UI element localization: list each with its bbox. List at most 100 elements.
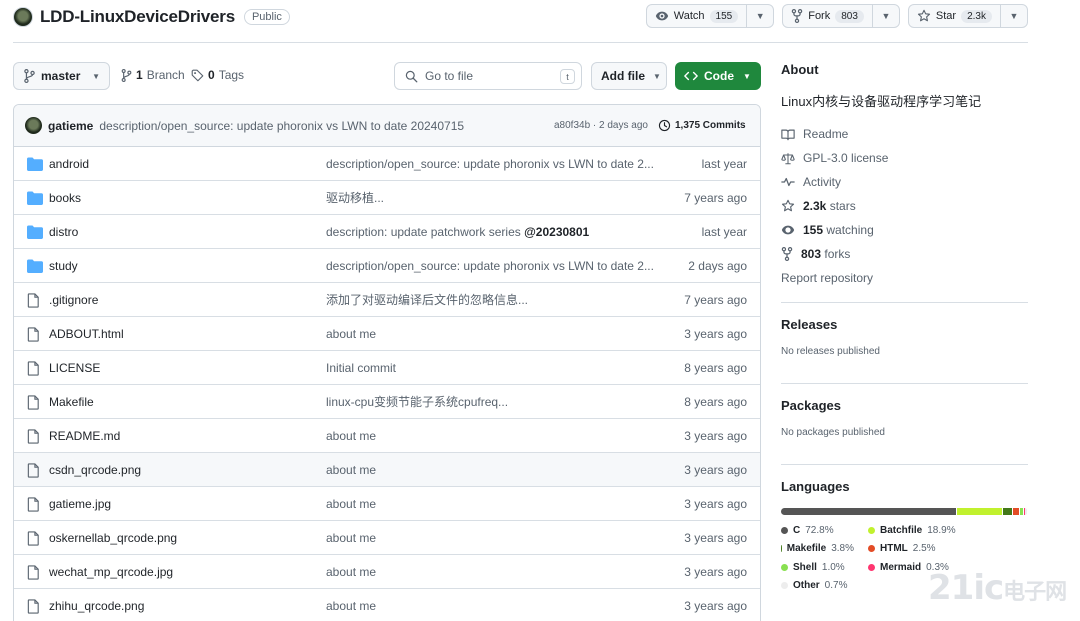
commit-count: 1,375 Commits [675,120,746,131]
watching-link[interactable]: 155 watching [781,218,1028,242]
file-name[interactable]: books [49,191,81,205]
keyboard-shortcut-hint: t [560,69,575,84]
file-row[interactable]: README.md about me 3 years ago [14,419,760,453]
releases-heading[interactable]: Releases [781,317,1028,332]
activity-label: Activity [803,175,842,189]
file-row[interactable]: zhihu_qrcode.png about me 3 years ago [14,589,760,621]
star-button[interactable]: Star 2.3k [909,5,1001,27]
branch-selector[interactable]: master ▼ [13,62,110,90]
file-row[interactable]: books 驱动移植... 7 years ago [14,181,760,215]
file-row[interactable]: distro description: update patchwork seri… [14,215,760,249]
file-row[interactable]: .gitignore 添加了对驱动编译后文件的忽略信息... 7 years ago [14,283,760,317]
file-commit-message[interactable]: Initial commit [326,361,396,375]
file-name[interactable]: Makefile [49,395,94,409]
commit-hash-time[interactable]: a80f34b · 2 days ago [554,120,648,131]
file-commit-message[interactable]: description: update patchwork series @20… [326,225,589,239]
stars-link[interactable]: 2.3k stars [781,194,1028,218]
watch-count: 155 [709,9,739,23]
file-name[interactable]: gatieme.jpg [49,497,111,511]
star-dropdown[interactable]: ▼ [1001,5,1027,27]
file-name[interactable]: csdn_qrcode.png [49,463,141,477]
activity-link[interactable]: Activity [781,170,1028,194]
file-row[interactable]: android description/open_source: update p… [14,147,760,181]
avatar[interactable] [25,117,42,134]
star-button-group: Star 2.3k ▼ [907,4,1028,28]
file-commit-text: linux-cpu变频节能子系统cpufreq... [326,395,509,409]
file-row[interactable]: wechat_mp_qrcode.jpg about me 3 years ago [14,555,760,589]
language-item[interactable]: Batchfile 18.9% [868,521,968,540]
file-name[interactable]: android [49,157,89,171]
branch-icon [24,69,35,83]
license-link[interactable]: GPL-3.0 license [781,146,1028,170]
file-commit-date: 2 days ago [688,258,747,273]
file-commit-message[interactable]: about me [326,463,376,477]
file-icon [27,531,43,546]
fork-button[interactable]: Fork 803 [783,5,873,27]
forks-link[interactable]: 803 forks [781,242,1028,266]
file-name[interactable]: wechat_mp_qrcode.jpg [49,565,173,579]
file-name[interactable]: LICENSE [49,361,100,375]
triangle-down-icon: ▼ [653,71,661,81]
file-name[interactable]: study [49,259,78,273]
file-commit-date: 3 years ago [684,530,747,545]
commits-link[interactable]: 1,375 Commits [658,119,746,132]
repo-name[interactable]: LDD-LinuxDeviceDrivers [40,7,235,27]
file-row[interactable]: csdn_qrcode.png about me 3 years ago [14,453,760,487]
file-commit-date: 3 years ago [684,428,747,443]
file-name[interactable]: README.md [49,429,120,443]
file-commit-text: about me [326,598,377,613]
file-commit-text: 添加了对驱动编译后文件的忽略信息... [326,293,529,307]
file-commit-message[interactable]: 驱动移植... [326,189,384,206]
tags-link[interactable]: 0 Tags [191,68,244,82]
file-commit-message[interactable]: about me [326,531,376,545]
fork-dropdown[interactable]: ▼ [873,5,899,27]
file-row[interactable]: gatieme.jpg about me 3 years ago [14,487,760,521]
license-label: GPL-3.0 license [803,151,889,165]
language-item[interactable]: Shell 1.0% [781,558,854,577]
file-toolbar: master ▼ 1 Branch 0 Tags Go to file t Ad… [13,62,761,90]
file-name[interactable]: distro [49,225,78,239]
history-icon [658,119,671,132]
owner-avatar[interactable] [13,7,33,27]
file-row[interactable]: study description/open_source: update pho… [14,249,760,283]
branch-name: master [41,69,81,83]
watch-dropdown[interactable]: ▼ [747,5,773,27]
file-commit-text: 驱动移植... [326,191,385,205]
language-item[interactable]: Other 0.7% [781,577,854,596]
language-name: Shell [793,561,817,573]
file-commit-message[interactable]: about me [326,497,376,511]
file-commit-message[interactable]: about me [326,599,376,613]
code-button[interactable]: Code ▼ [675,62,761,90]
file-commit-message[interactable]: description/open_source: update phoronix… [326,157,654,171]
packages-heading[interactable]: Packages [781,398,1028,413]
commit-author[interactable]: gatieme [48,119,93,133]
file-row[interactable]: ADBOUT.html about me 3 years ago [14,317,760,351]
file-commit-message[interactable]: about me [326,327,376,341]
file-name[interactable]: zhihu_qrcode.png [49,599,144,613]
language-item[interactable]: C 72.8% [781,521,854,540]
readme-link[interactable]: Readme [781,122,1028,146]
file-name[interactable]: oskernellab_qrcode.png [49,531,177,545]
watch-button[interactable]: Watch 155 [647,5,748,27]
file-name[interactable]: ADBOUT.html [49,327,124,341]
branches-link[interactable]: 1 Branch [121,68,185,82]
file-commit-message[interactable]: about me [326,429,376,443]
go-to-file-input[interactable]: Go to file t [394,62,582,90]
languages-heading: Languages [781,479,850,494]
file-commit-message[interactable]: linux-cpu变频节能子系统cpufreq... [326,393,508,410]
file-commit-message[interactable]: description/open_source: update phoronix… [326,259,654,273]
file-row[interactable]: oskernellab_qrcode.png about me 3 years ag… [14,521,760,555]
report-repository-link[interactable]: Report repository [781,266,1028,290]
file-commit-message[interactable]: about me [326,565,376,579]
file-commit-message[interactable]: 添加了对驱动编译后文件的忽略信息... [326,291,528,308]
file-row[interactable]: LICENSE Initial commit 8 years ago [14,351,760,385]
file-icon [27,497,43,512]
language-item[interactable]: HTML 2.5% [868,540,968,559]
file-name[interactable]: .gitignore [49,293,98,307]
add-file-button[interactable]: Add file ▼ [591,62,667,90]
file-row[interactable]: Makefile linux-cpu变频节能子系统cpufreq... 8 year… [14,385,760,419]
language-item[interactable]: Makefile 3.8% [781,540,854,559]
commit-message[interactable]: description/open_source: update phoronix… [99,119,464,133]
language-name: HTML [880,543,908,555]
header-actions: Watch 155 ▼ Fork 803 ▼ Star 2.3k ▼ [645,4,1028,28]
